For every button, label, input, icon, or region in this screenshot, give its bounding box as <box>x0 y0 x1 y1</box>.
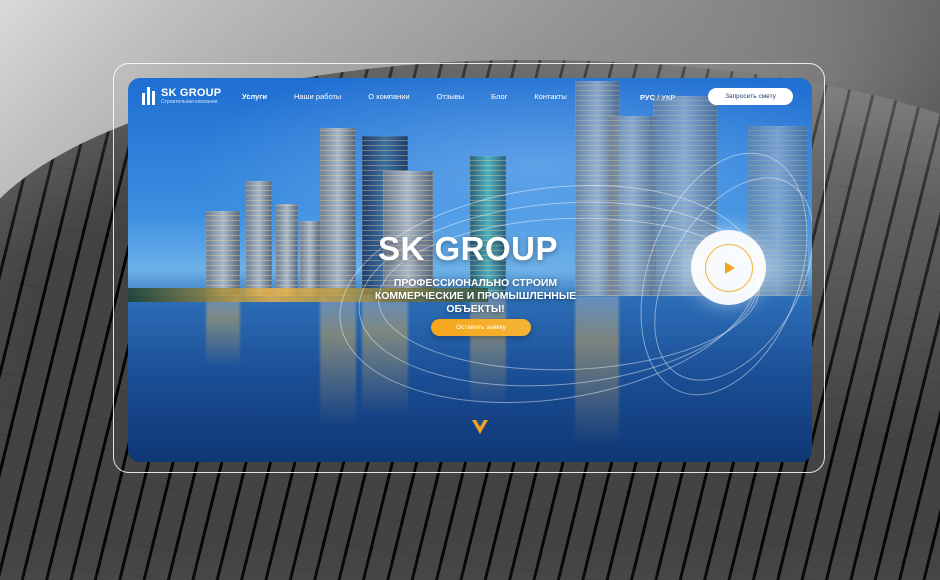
building <box>246 181 272 296</box>
hero-title: SK GROUP <box>378 230 559 267</box>
nav-item-reviews[interactable]: Отзывы <box>437 92 464 101</box>
lang-current[interactable]: РУС <box>640 93 655 102</box>
building <box>320 128 356 296</box>
nav-item-services[interactable]: Услуги <box>242 92 267 101</box>
main-nav: Услуги Наши работы О компании Отзывы Бло… <box>242 92 567 101</box>
building-logo-icon <box>142 87 156 105</box>
request-estimate-button[interactable]: Запросить смету <box>708 88 793 105</box>
leave-request-button[interactable]: Оставить заявку <box>431 319 531 336</box>
logo-title: SK GROUP <box>161 86 222 99</box>
nav-item-contacts[interactable]: Контакты <box>534 92 566 101</box>
nav-item-blog[interactable]: Блог <box>491 92 507 101</box>
logo-tagline: Строительная компания <box>161 98 218 105</box>
building <box>276 204 298 296</box>
language-switcher: РУС / УКР <box>640 93 676 102</box>
play-icon <box>725 261 735 274</box>
play-video-button[interactable] <box>691 230 766 305</box>
logo[interactable]: SK GROUP Строительная компания <box>142 87 221 105</box>
nav-item-works[interactable]: Наши работы <box>294 92 341 101</box>
website-screen: SK GROUP Строительная компания Услуги На… <box>128 78 812 462</box>
nav-item-about[interactable]: О компании <box>368 92 409 101</box>
lang-other[interactable]: УКР <box>661 93 675 102</box>
building <box>206 211 240 296</box>
hero-subtitle: ПРОФЕССИОНАЛЬНО СТРОИМ КОММЕРЧЕСКИЕ И ПР… <box>374 277 577 315</box>
building <box>300 221 320 296</box>
